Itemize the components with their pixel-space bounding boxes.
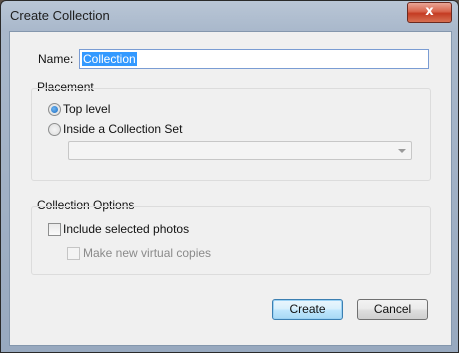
name-input[interactable]: Collection bbox=[79, 49, 429, 69]
name-input-value: Collection bbox=[82, 52, 137, 66]
include-selected-photos-checkbox[interactable] bbox=[48, 223, 61, 236]
include-selected-photos-label[interactable]: Include selected photos bbox=[63, 222, 189, 236]
make-virtual-copies-checkbox[interactable] bbox=[67, 247, 80, 260]
dialog-body: Name: Collection Placement Top level Ins… bbox=[9, 31, 452, 346]
inside-collection-set-label[interactable]: Inside a Collection Set bbox=[63, 122, 182, 136]
collection-set-dropdown[interactable] bbox=[68, 141, 412, 160]
chevron-down-icon bbox=[398, 149, 406, 153]
create-button[interactable]: Create bbox=[272, 299, 343, 320]
cancel-button[interactable]: Cancel bbox=[357, 299, 428, 320]
make-virtual-copies-label[interactable]: Make new virtual copies bbox=[83, 246, 211, 260]
dialog-title: Create Collection bbox=[10, 8, 110, 23]
close-icon: x bbox=[425, 4, 434, 19]
collection-options-group bbox=[31, 206, 431, 275]
inside-collection-set-radio[interactable] bbox=[48, 123, 61, 136]
title-bar[interactable]: Create Collection x bbox=[1, 1, 458, 31]
top-level-radio[interactable] bbox=[48, 103, 61, 116]
name-label: Name: bbox=[38, 52, 74, 66]
create-collection-dialog: Create Collection x Name: Collection Pla… bbox=[0, 0, 459, 353]
close-button[interactable]: x bbox=[407, 2, 452, 23]
top-level-label[interactable]: Top level bbox=[63, 102, 110, 116]
